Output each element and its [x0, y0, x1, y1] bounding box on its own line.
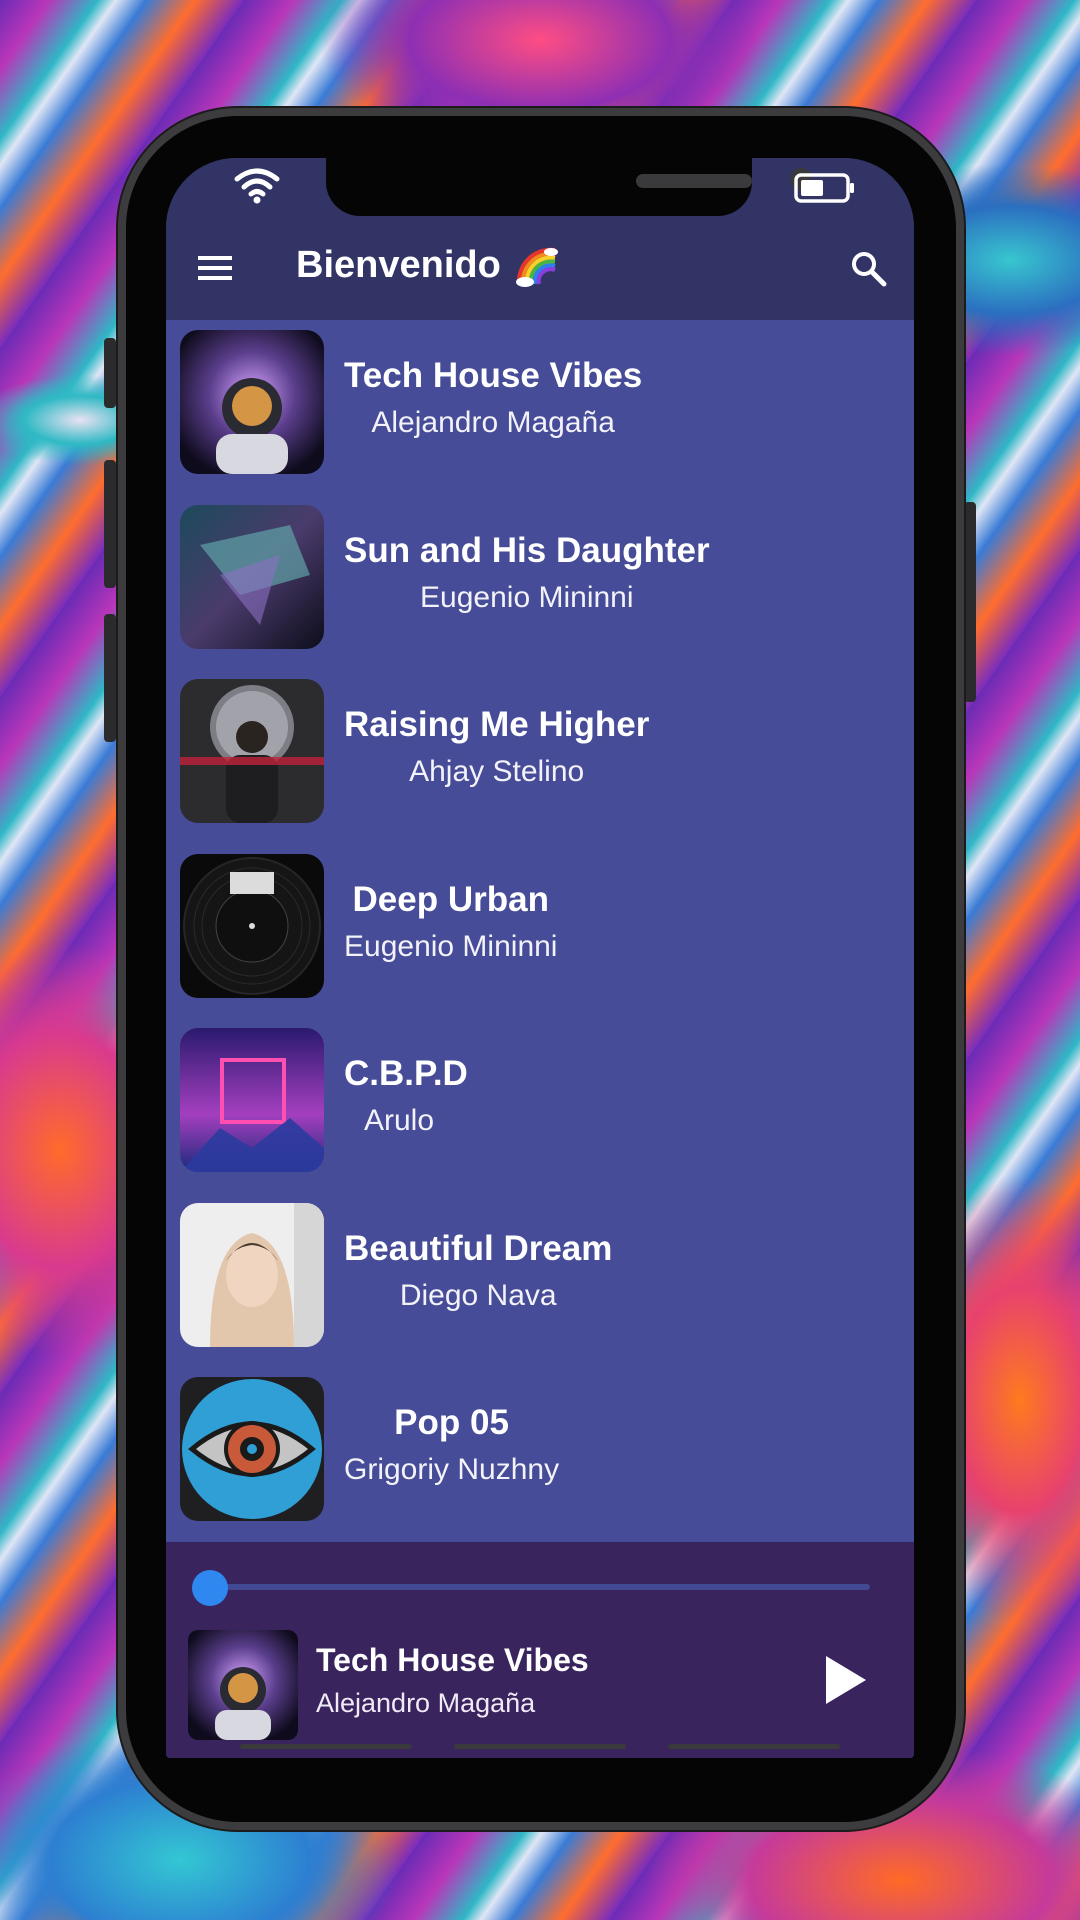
track-artist: Eugenio Mininni [344, 929, 558, 963]
speaker-grille [636, 174, 752, 188]
track-row[interactable]: Sun and His Daughter Eugenio Mininni [166, 504, 914, 680]
phone-volume-up [104, 460, 116, 588]
track-row[interactable]: Pop 05 Grigoriy Nuzhny [166, 1377, 914, 1552]
track-cover [180, 1202, 324, 1347]
track-artist: Alejandro Magaña [371, 406, 615, 439]
track-artist: Eugenio Mininni [420, 580, 634, 614]
track-cover [180, 504, 324, 649]
phone-power-button [964, 502, 976, 702]
phone-screen: Bienvenido Tech House Vibes Alejandro Ma… [166, 158, 914, 1758]
status-bar [166, 158, 914, 218]
now-playing-cover [188, 1630, 298, 1740]
track-row[interactable]: Raising Me Higher Ahjay Stelino [166, 679, 914, 854]
nav-bar-segment [454, 1744, 626, 1749]
track-cover [180, 679, 324, 823]
track-title: Raising Me Higher [344, 705, 650, 744]
track-cover [180, 1028, 324, 1172]
track-row[interactable]: Deep Urban Eugenio Mininni [166, 853, 914, 1029]
progress-bar[interactable] [206, 1584, 870, 1590]
search-icon[interactable] [848, 248, 888, 288]
track-title: Deep Urban [352, 879, 549, 919]
track-artist: Grigoriy Nuzhny [344, 1453, 560, 1486]
nav-bar-segment [668, 1744, 840, 1749]
wifi-icon [234, 168, 280, 204]
rainbow-icon [515, 247, 558, 287]
nav-bar-segment [240, 1744, 412, 1749]
track-artist: Diego Nava [399, 1278, 557, 1312]
app-title-text: Bienvenido [296, 243, 501, 286]
play-icon[interactable] [822, 1652, 870, 1708]
track-title: Beautiful Dream [344, 1228, 613, 1268]
notch [326, 158, 812, 216]
track-row[interactable]: Beautiful Dream Diego Nava [166, 1202, 914, 1378]
track-row[interactable]: C.B.P.D Arulo [166, 1028, 914, 1203]
page-title: Bienvenido [296, 242, 559, 288]
phone-mute-switch [104, 338, 116, 408]
phone-volume-down [104, 614, 116, 742]
track-cover [180, 330, 324, 474]
track-cover [180, 1377, 324, 1521]
now-playing-title: Tech House Vibes [316, 1642, 589, 1678]
track-row[interactable]: Tech House Vibes Alejandro Magaña [166, 330, 914, 505]
menu-icon[interactable] [196, 250, 234, 286]
track-list: Tech House Vibes Alejandro Magaña Sun an… [166, 330, 914, 1552]
app-bar: Bienvenido [166, 218, 914, 320]
track-artist: Arulo [364, 1104, 435, 1137]
battery-icon [794, 173, 854, 203]
track-title: Pop 05 [394, 1403, 509, 1442]
track-artist: Ahjay Stelino [409, 755, 585, 788]
track-title: C.B.P.D [344, 1054, 468, 1093]
track-title: Sun and His Daughter [344, 530, 710, 570]
now-playing-artist: Alejandro Magaña [316, 1688, 536, 1718]
mini-player: Tech House Vibes Alejandro Magaña [166, 1542, 914, 1758]
track-title: Tech House Vibes [344, 356, 643, 395]
track-cover [180, 853, 324, 998]
progress-knob[interactable] [192, 1570, 228, 1606]
